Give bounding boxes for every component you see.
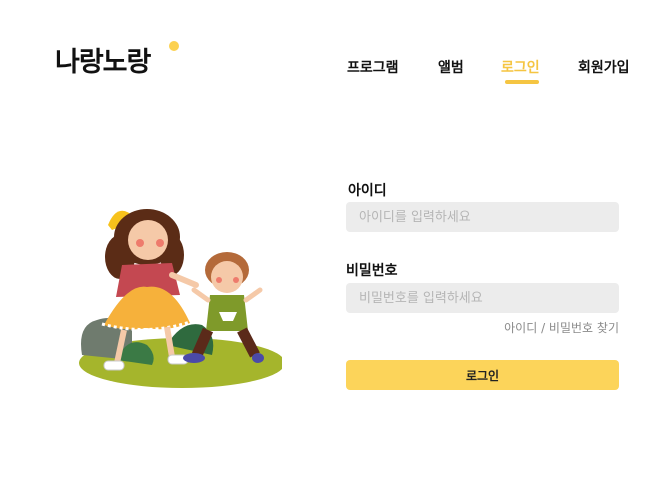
password-input[interactable] bbox=[346, 283, 619, 313]
nav-active-underline bbox=[505, 80, 539, 84]
nav-item-login[interactable]: 로그인 bbox=[501, 57, 540, 77]
top-nav: 프로그램 앨범 로그인 회원가입 bbox=[0, 57, 672, 87]
find-account-link[interactable]: 아이디 / 비밀번호 찾기 bbox=[504, 319, 619, 336]
nav-item-program[interactable]: 프로그램 bbox=[347, 57, 399, 77]
id-label: 아이디 bbox=[348, 183, 387, 199]
nav-item-album[interactable]: 앨범 bbox=[438, 57, 464, 77]
nav-item-signup[interactable]: 회원가입 bbox=[578, 57, 630, 77]
id-input[interactable] bbox=[346, 202, 619, 232]
login-button[interactable]: 로그인 bbox=[346, 360, 619, 390]
children-illustration bbox=[79, 209, 282, 388]
password-label: 비밀번호 bbox=[346, 263, 398, 279]
logo-dot bbox=[169, 41, 179, 51]
